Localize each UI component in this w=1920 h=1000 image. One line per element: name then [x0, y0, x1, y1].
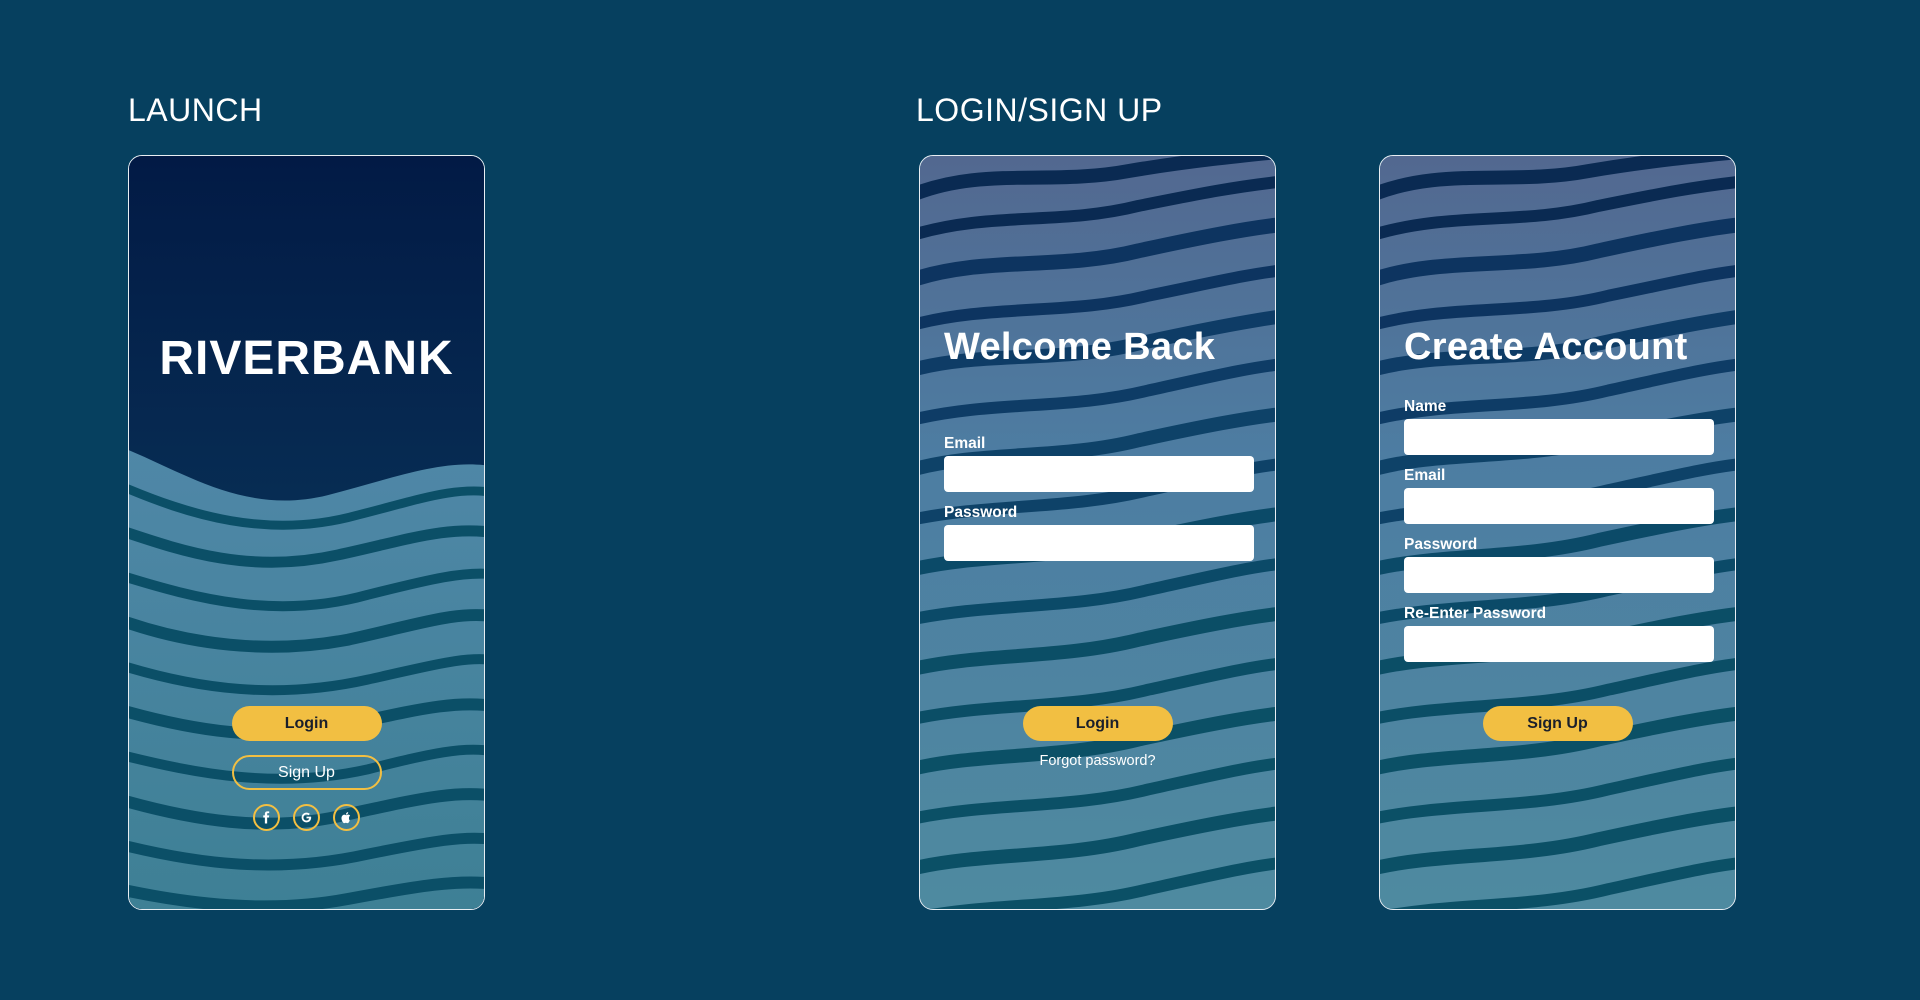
google-icon — [301, 812, 312, 823]
login-submit-button[interactable]: Login — [1022, 706, 1173, 741]
email-label: Email — [1404, 467, 1446, 484]
reenter-password-input[interactable] — [1404, 626, 1714, 662]
forgot-password-link[interactable]: Forgot password? — [920, 753, 1275, 769]
signup-button[interactable]: Sign Up — [231, 755, 382, 790]
facebook-login-button[interactable] — [253, 804, 280, 831]
signup-screen: Create Account Name Email Password Re-En… — [1379, 155, 1736, 910]
email-label: Email — [944, 435, 986, 452]
apple-icon — [341, 812, 351, 824]
name-label: Name — [1404, 398, 1447, 415]
password-input[interactable] — [1404, 557, 1714, 593]
section-title-login-signup: LOGIN/SIGN UP — [916, 92, 1163, 128]
wave-background — [129, 156, 484, 909]
section-title-launch: LAUNCH — [128, 92, 263, 128]
signup-submit-button[interactable]: Sign Up — [1482, 706, 1633, 741]
launch-screen: RIVERBANK Login Sign Up — [128, 155, 485, 910]
login-button[interactable]: Login — [231, 706, 382, 741]
name-input[interactable] — [1404, 419, 1714, 455]
login-title: Welcome Back — [944, 326, 1216, 368]
signup-title: Create Account — [1404, 326, 1688, 368]
facebook-icon — [263, 811, 270, 824]
login-screen: Welcome Back Email Password Login Forgot… — [919, 155, 1276, 910]
brand-logo-text: RIVERBANK — [159, 332, 454, 385]
apple-login-button[interactable] — [333, 804, 360, 831]
reenter-password-label: Re-Enter Password — [1404, 605, 1547, 622]
social-login-row — [129, 804, 484, 831]
wave-background — [1380, 156, 1735, 909]
password-label: Password — [944, 504, 1018, 521]
google-login-button[interactable] — [293, 804, 320, 831]
password-label: Password — [1404, 536, 1478, 553]
email-input[interactable] — [944, 456, 1254, 492]
email-input[interactable] — [1404, 488, 1714, 524]
password-input[interactable] — [944, 525, 1254, 561]
